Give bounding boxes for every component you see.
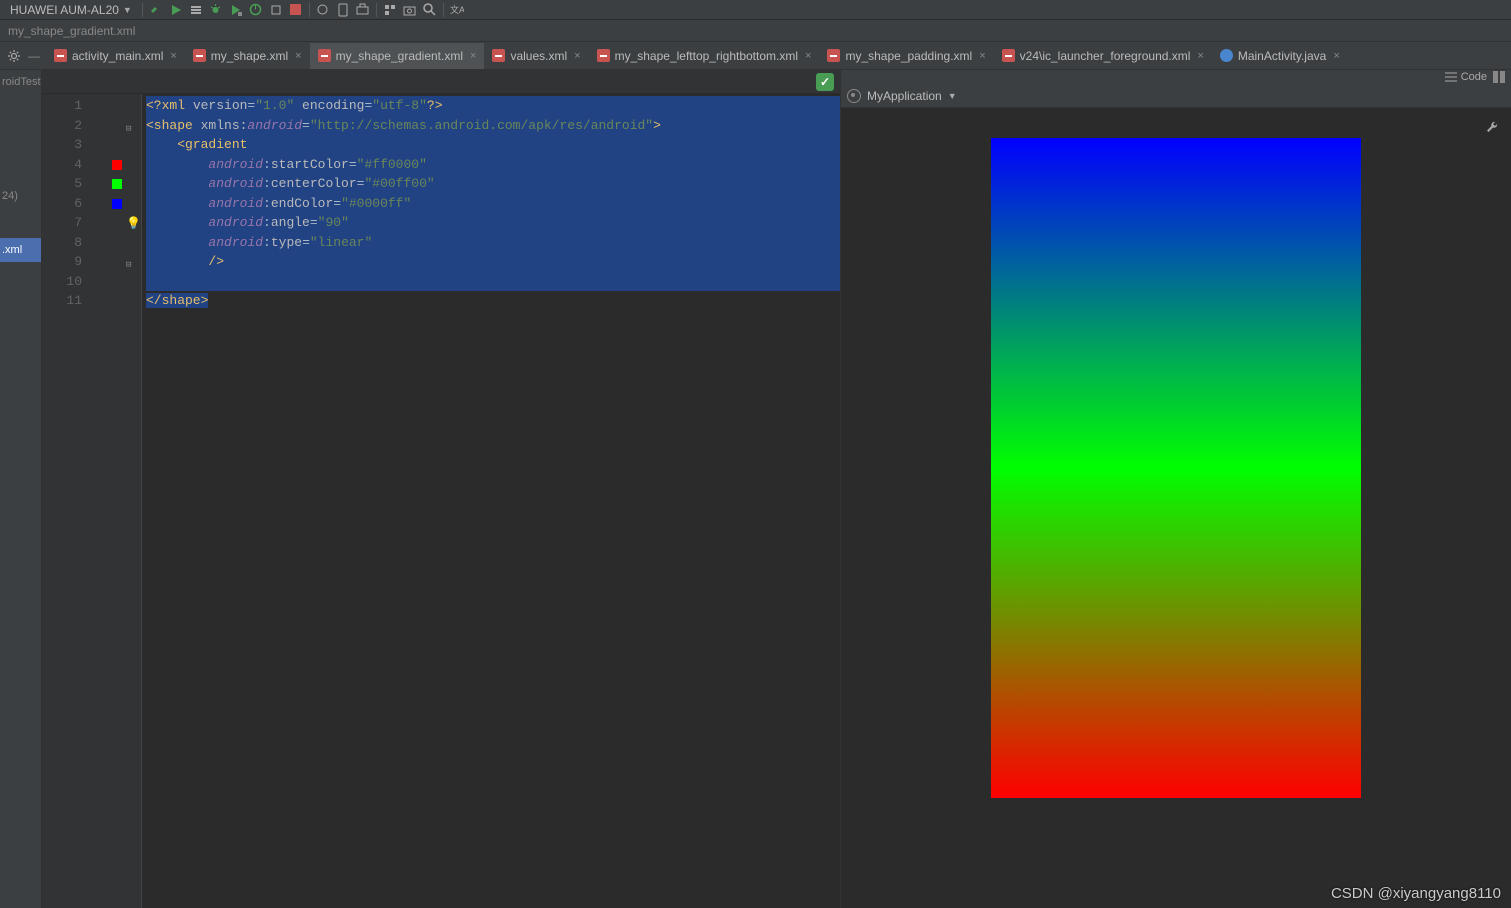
editor-tabs: — activity_main.xml×my_shape.xml×my_shap…	[0, 42, 1511, 70]
close-icon[interactable]: ×	[1197, 50, 1203, 62]
preview-header: MyApplication ▼	[841, 84, 1511, 108]
gradient-preview	[991, 138, 1361, 798]
wrench-icon[interactable]	[1485, 120, 1499, 137]
view-mode-label: Code	[1461, 71, 1487, 83]
java-file-icon	[1220, 49, 1233, 62]
profile-icon[interactable]	[247, 2, 265, 18]
tab-my-shape-xml[interactable]: my_shape.xml ×	[185, 43, 310, 69]
chevron-down-icon: ▼	[948, 91, 957, 101]
intention-bulb-icon[interactable]: 💡	[126, 215, 141, 235]
preview-canvas[interactable]	[841, 108, 1511, 908]
structure-icon[interactable]	[381, 2, 399, 18]
capture-icon[interactable]	[401, 2, 419, 18]
tab-activity-main-xml[interactable]: activity_main.xml ×	[46, 43, 185, 69]
tabs-settings-icon[interactable]	[4, 46, 24, 66]
tab-label: my_shape.xml	[211, 49, 288, 63]
color-swatch[interactable]	[112, 179, 122, 189]
tab-label: my_shape_padding.xml	[845, 49, 972, 63]
separator	[142, 3, 143, 17]
watermark: CSDN @xiyangyang8110	[1331, 885, 1501, 902]
tab-values-xml[interactable]: values.xml ×	[484, 43, 588, 69]
project-sidebar[interactable]: roidTest 24) .xml	[0, 70, 42, 908]
code-area[interactable]: 1234567891011 💡 ⊟ ⊟ <?xml version="1.0" en…	[42, 94, 840, 908]
code-editor: ✓ 1234567891011 💡 ⊟ ⊟ <?xml version="1.0" …	[42, 70, 840, 908]
color-swatch[interactable]	[112, 199, 122, 209]
list-icon	[1445, 72, 1457, 82]
tab-my-shape-gradient-xml[interactable]: my_shape_gradient.xml ×	[310, 43, 485, 69]
separator	[376, 3, 377, 17]
xml-file-icon	[827, 49, 840, 62]
xml-file-icon	[1002, 49, 1015, 62]
layout-preview: Code MyApplication ▼	[840, 70, 1511, 908]
sidebar-item[interactable]: roidTest	[0, 70, 41, 94]
breadcrumb-file: my_shape_gradient.xml	[8, 24, 135, 38]
close-icon[interactable]: ×	[295, 50, 301, 62]
attach-icon[interactable]	[267, 2, 285, 18]
list-icon[interactable]	[187, 2, 205, 18]
tab-label: v24\ic_launcher_foreground.xml	[1020, 49, 1191, 63]
close-icon[interactable]: ×	[979, 50, 985, 62]
view-mode-code[interactable]: Code	[1445, 71, 1487, 83]
sync-icon[interactable]	[314, 2, 332, 18]
xml-file-icon	[54, 49, 67, 62]
xml-file-icon	[193, 49, 206, 62]
sidebar-item-active[interactable]: .xml	[0, 238, 41, 262]
svg-text:文A: 文A	[450, 4, 464, 15]
line-gutter: 1234567891011	[42, 94, 90, 908]
translate-icon[interactable]: 文A	[448, 2, 466, 18]
device-label: HUAWEI AUM-AL20	[10, 3, 119, 17]
tab-label: my_shape_lefttop_rightbottom.xml	[615, 49, 798, 63]
close-icon[interactable]: ×	[170, 50, 176, 62]
tab-my-shape-padding-xml[interactable]: my_shape_padding.xml ×	[819, 43, 993, 69]
device-selector[interactable]: HUAWEI AUM-AL20 ▼	[4, 3, 138, 17]
chevron-down-icon: ▼	[123, 5, 132, 15]
separator	[309, 3, 310, 17]
tab-label: my_shape_gradient.xml	[336, 49, 463, 63]
target-icon[interactable]	[847, 89, 861, 103]
chevron-icon: —	[28, 49, 40, 63]
breadcrumb: my_shape_gradient.xml	[0, 20, 1511, 42]
coverage-icon[interactable]	[227, 2, 245, 18]
tab-label: MainActivity.java	[1238, 49, 1326, 63]
split-icon[interactable]	[1493, 71, 1505, 83]
gutter-annotations: 💡 ⊟ ⊟	[90, 94, 142, 908]
tab-label: values.xml	[510, 49, 567, 63]
stop-icon[interactable]	[287, 2, 305, 18]
separator	[443, 3, 444, 17]
xml-file-icon	[597, 49, 610, 62]
xml-file-icon	[318, 49, 331, 62]
project-name[interactable]: MyApplication	[867, 89, 942, 103]
analysis-ok-icon[interactable]: ✓	[816, 73, 834, 91]
avd-icon[interactable]	[334, 2, 352, 18]
close-icon[interactable]: ×	[470, 50, 476, 62]
fold-icon[interactable]: ⊟	[126, 120, 131, 140]
run-icon[interactable]	[167, 2, 185, 18]
close-icon[interactable]: ×	[574, 50, 580, 62]
sdk-icon[interactable]	[354, 2, 372, 18]
tab-label: activity_main.xml	[72, 49, 163, 63]
main-area: roidTest 24) .xml ✓ 1234567891011 💡 ⊟ ⊟ <?…	[0, 70, 1511, 908]
sidebar-item[interactable]: 24)	[0, 184, 41, 208]
debug-icon[interactable]	[207, 2, 225, 18]
tab-my-shape-lefttop-rightbottom-xml[interactable]: my_shape_lefttop_rightbottom.xml ×	[589, 43, 820, 69]
tab-v24-ic-launcher-foreground-xml[interactable]: v24\ic_launcher_foreground.xml ×	[994, 43, 1212, 69]
hammer-icon[interactable]	[147, 2, 165, 18]
main-toolbar: HUAWEI AUM-AL20 ▼ 文A	[0, 0, 1511, 20]
editor-header: ✓	[42, 70, 840, 94]
fold-icon[interactable]: ⊟	[126, 256, 131, 276]
close-icon[interactable]: ×	[805, 50, 811, 62]
close-icon[interactable]: ×	[1333, 50, 1339, 62]
code-content[interactable]: <?xml version="1.0" encoding="utf-8"?> <…	[142, 94, 840, 908]
xml-file-icon	[492, 49, 505, 62]
preview-topbar: Code	[841, 70, 1511, 84]
color-swatch[interactable]	[112, 160, 122, 170]
search-icon[interactable]	[421, 2, 439, 18]
tab-mainactivity-java[interactable]: MainActivity.java ×	[1212, 43, 1348, 69]
